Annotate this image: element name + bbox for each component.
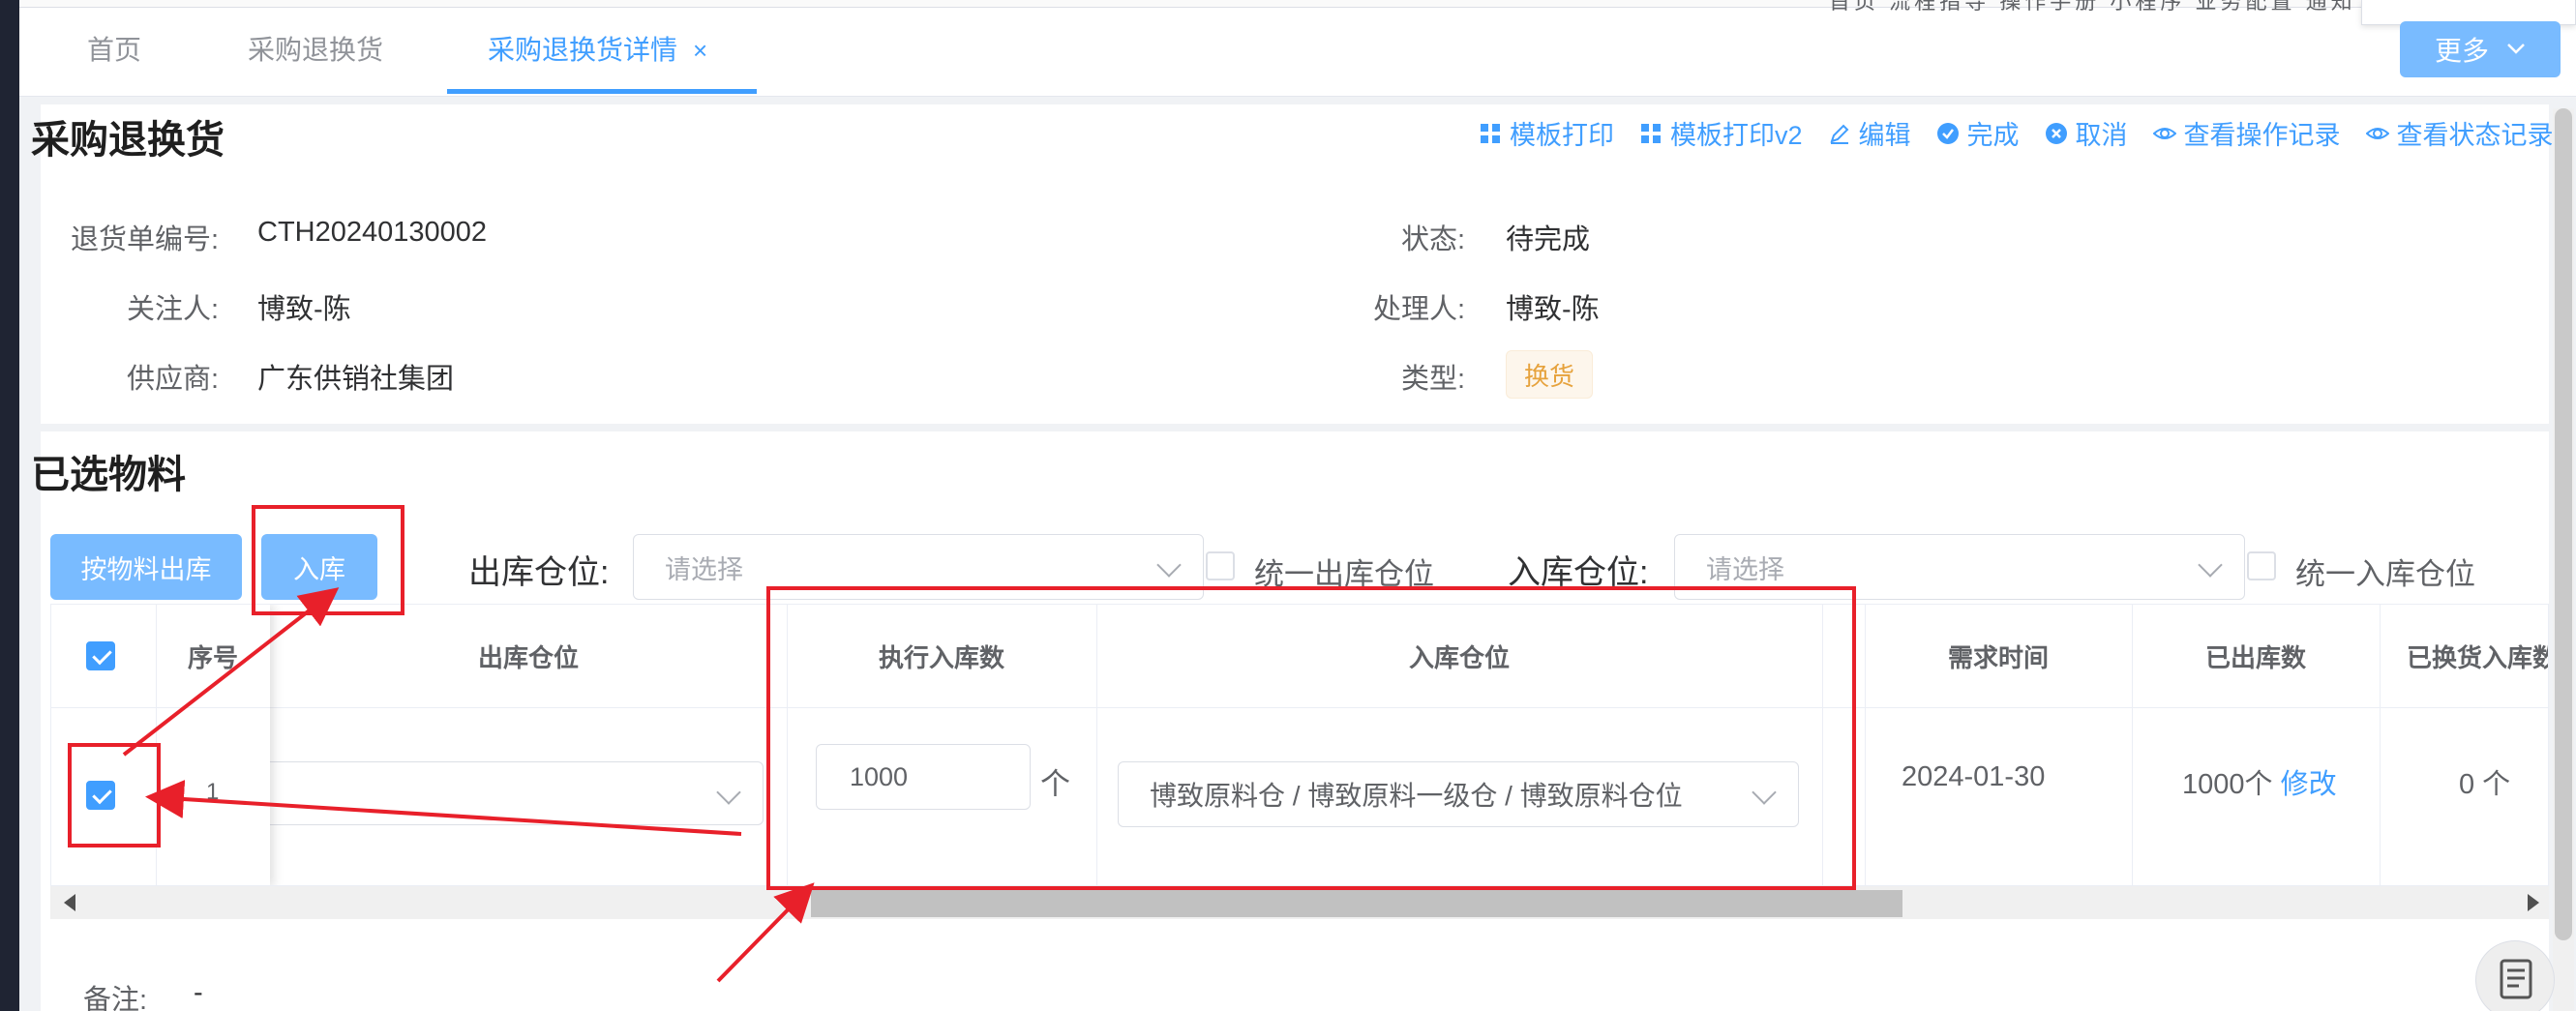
document-float-button[interactable]: [2475, 940, 2555, 1011]
close-icon[interactable]: ×: [693, 36, 707, 65]
column-header-exchange-in: 已换货入库数: [2407, 642, 2549, 672]
unify-out-checkbox[interactable]: [1206, 551, 1235, 580]
column-header-in-warehouse: 入库仓位: [1408, 642, 1510, 672]
row-out-warehouse-select[interactable]: [206, 761, 764, 825]
status-value: 待完成: [1506, 224, 1591, 255]
action-label: 完成: [1966, 121, 2020, 150]
edit-button[interactable]: 编辑: [1828, 114, 1911, 152]
out-warehouse-select[interactable]: 请选择: [633, 534, 1204, 600]
edit-icon: [1829, 124, 1848, 144]
unify-in-checkbox[interactable]: [2247, 551, 2276, 580]
action-label: 取消: [2075, 121, 2128, 150]
status-label: 状态:: [1400, 224, 1465, 255]
complete-button[interactable]: 完成: [1936, 114, 2020, 152]
close-circle-icon: [2045, 122, 2067, 144]
type-tag: 换货: [1506, 350, 1593, 399]
cascader-value: 博致原料仓 / 博致原料一级仓 / 博致原料仓位: [1150, 781, 1683, 811]
chevron-down-icon: [716, 780, 741, 805]
outbound-by-material-button[interactable]: 按物料出库: [50, 534, 242, 600]
chevron-down-icon: [2507, 44, 2525, 54]
vertical-scroll-thumb[interactable]: [2555, 108, 2572, 940]
modify-link[interactable]: 修改: [2281, 769, 2337, 800]
left-sidebar-edge: [0, 0, 19, 1011]
type-label: 类型:: [1400, 364, 1465, 395]
scroll-right-arrow-icon[interactable]: [2528, 894, 2539, 911]
select-placeholder: 请选择: [1706, 554, 1784, 584]
column-header-need-date: 需求时间: [1947, 642, 2049, 672]
exchange-in-qty: 0 个: [2459, 769, 2511, 800]
eye-icon: [2152, 127, 2176, 139]
column-header-out-qty: 已出库数: [2204, 642, 2306, 672]
out-qty-cell: 1000个 修改: [2182, 761, 2337, 802]
supplier-value: 广东供销社集团: [257, 364, 455, 395]
in-qty-input[interactable]: 1000: [816, 744, 1031, 810]
return-no-value: CTH20240130002: [257, 217, 488, 248]
top-nav-links[interactable]: 首页 流程指导 操作手册 小程序 业务配置 通知: [1829, 0, 2356, 15]
materials-table: 出库仓位 执行入库数 入库仓位 需求时间 已出库数 已换货入库数 1000 个 …: [50, 604, 2549, 886]
col-divider: [1822, 605, 1823, 885]
return-no-label: 退货单编号:: [70, 224, 219, 255]
follower-value: 博致-陈: [257, 294, 351, 325]
cancel-button[interactable]: 取消: [2045, 114, 2128, 152]
view-status-log-button[interactable]: 查看状态记录: [2365, 114, 2554, 152]
tab-label: 采购退换货详情: [488, 35, 678, 65]
active-tab-indicator: [447, 89, 757, 94]
action-label: 查看操作记录: [2183, 121, 2341, 150]
chevron-down-icon: [1156, 552, 1182, 578]
follower-label: 关注人:: [126, 294, 219, 325]
eye-icon: [2365, 127, 2389, 139]
column-header-index: 序号: [187, 642, 238, 672]
document-icon: [2500, 959, 2532, 999]
column-header-in-qty: 执行入库数: [878, 642, 1004, 672]
template-print-v2-button[interactable]: 模板打印v2: [1639, 114, 1803, 152]
supplier-label: 供应商:: [126, 364, 219, 395]
select-all-checkbox[interactable]: [86, 641, 115, 670]
in-warehouse-select[interactable]: 请选择: [1674, 534, 2245, 600]
header-divider: [51, 707, 2548, 708]
in-warehouse-label: 入库仓位:: [1508, 554, 1649, 591]
action-label: 模板打印v2: [1670, 121, 1803, 150]
need-date: 2024-01-30: [1902, 761, 2046, 792]
action-label: 编辑: [1858, 121, 1911, 150]
inbound-button[interactable]: 入库: [261, 534, 377, 600]
remark-label: 备注:: [83, 985, 148, 1011]
page-title: 采购退换货: [31, 119, 225, 162]
handler-value: 博致-陈: [1506, 294, 1600, 325]
action-bar: 模板打印 模板打印v2 编辑 完成 取消 查看操作记录 查看状态记录: [1479, 114, 2554, 152]
materials-title: 已选物料: [31, 454, 186, 496]
grid-icon: [1641, 123, 1661, 143]
row-index: 1: [206, 779, 220, 805]
remark-value: -: [194, 977, 203, 1008]
more-button[interactable]: 更多: [2400, 21, 2561, 77]
tab-purchase-return-detail[interactable]: 采购退换货详情 ×: [488, 29, 707, 68]
handler-label: 处理人:: [1372, 294, 1465, 325]
check-circle-icon: [1936, 122, 1959, 144]
unify-out-label: 统一出库仓位: [1254, 557, 1434, 591]
out-warehouse-label: 出库仓位:: [468, 554, 610, 591]
more-label: 更多: [2434, 36, 2489, 66]
horizontal-scroll-thumb[interactable]: [811, 890, 1902, 917]
tab-home[interactable]: 首页: [87, 29, 141, 68]
chevron-down-icon: [2198, 552, 2223, 578]
header-divider: [51, 707, 270, 708]
unify-in-label: 统一入库仓位: [2295, 557, 2475, 591]
tab-purchase-return[interactable]: 采购退换货: [248, 29, 383, 68]
column-header-out-warehouse: 出库仓位: [477, 642, 579, 672]
template-print-button[interactable]: 模板打印: [1479, 114, 1614, 152]
out-qty: 1000个: [2182, 769, 2273, 800]
chevron-down-icon: [1752, 780, 1777, 805]
action-label: 查看状态记录: [2396, 121, 2554, 150]
view-operation-log-button[interactable]: 查看操作记录: [2152, 114, 2341, 152]
grid-icon: [1481, 123, 1500, 143]
action-label: 模板打印: [1510, 121, 1614, 150]
fixed-columns: 序号 1: [51, 605, 270, 885]
unit-label: 个: [1040, 767, 1070, 801]
in-warehouse-cascader[interactable]: 博致原料仓 / 博致原料一级仓 / 博致原料仓位: [1118, 761, 1799, 827]
scroll-left-arrow-icon[interactable]: [64, 894, 75, 911]
select-placeholder: 请选择: [665, 554, 743, 584]
row-checkbox[interactable]: [86, 781, 115, 810]
